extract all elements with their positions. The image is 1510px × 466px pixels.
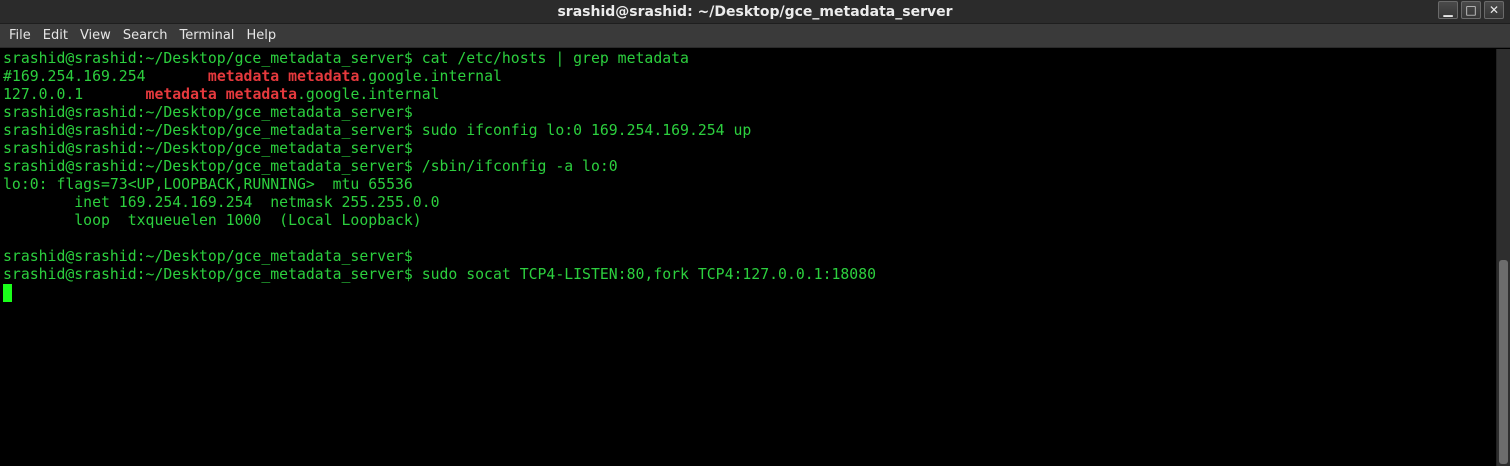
terminal-line: srashid@srashid:~/Desktop/gce_metadata_s…: [3, 122, 876, 140]
vertical-scrollbar[interactable]: [1496, 49, 1510, 466]
terminal-line: #169.254.169.254 metadata metadata.googl…: [3, 68, 876, 86]
terminal-text: srashid@srashid:~/Desktop/gce_metadata_s…: [3, 122, 752, 139]
terminal-text: lo:0: flags=73<UP,LOOPBACK,RUNNING> mtu …: [3, 176, 413, 193]
terminal-text: srashid@srashid:~/Desktop/gce_metadata_s…: [3, 248, 413, 265]
scrollbar-thumb[interactable]: [1499, 260, 1508, 464]
terminal-line: loop txqueuelen 1000 (Local Loopback): [3, 212, 876, 230]
menu-search[interactable]: Search: [117, 24, 174, 48]
terminal-line: srashid@srashid:~/Desktop/gce_metadata_s…: [3, 158, 876, 176]
maximize-button[interactable]: □: [1461, 1, 1481, 19]
terminal-line: srashid@srashid:~/Desktop/gce_metadata_s…: [3, 248, 876, 266]
terminal-text: srashid@srashid:~/Desktop/gce_metadata_s…: [3, 158, 618, 175]
terminal-line: lo:0: flags=73<UP,LOOPBACK,RUNNING> mtu …: [3, 176, 876, 194]
terminal-text: srashid@srashid:~/Desktop/gce_metadata_s…: [3, 104, 413, 121]
terminal-line: [3, 284, 876, 302]
terminal-line: srashid@srashid:~/Desktop/gce_metadata_s…: [3, 266, 876, 284]
terminal-line: inet 169.254.169.254 netmask 255.255.0.0: [3, 194, 876, 212]
terminal-line: srashid@srashid:~/Desktop/gce_metadata_s…: [3, 140, 876, 158]
terminal-line: 127.0.0.1 metadata metadata.google.inter…: [3, 86, 876, 104]
terminal-lines: srashid@srashid:~/Desktop/gce_metadata_s…: [3, 50, 876, 302]
terminal-text: srashid@srashid:~/Desktop/gce_metadata_s…: [3, 266, 877, 283]
menu-file[interactable]: File: [3, 24, 37, 48]
terminal-text: #169.254.169.254: [3, 68, 208, 85]
terminal-text: .google.internal: [359, 68, 502, 85]
terminal-text: .google.internal: [297, 86, 440, 103]
menu-bar: File Edit View Search Terminal Help: [0, 24, 1510, 48]
terminal-line: srashid@srashid:~/Desktop/gce_metadata_s…: [3, 104, 876, 122]
terminal-text: srashid@srashid:~/Desktop/gce_metadata_s…: [3, 50, 689, 67]
menu-view[interactable]: View: [74, 24, 117, 48]
terminal-text: srashid@srashid:~/Desktop/gce_metadata_s…: [3, 140, 413, 157]
menu-help[interactable]: Help: [240, 24, 282, 48]
terminal-output[interactable]: srashid@srashid:~/Desktop/gce_metadata_s…: [0, 49, 1496, 466]
terminal-text: loop txqueuelen 1000 (Local Loopback): [3, 212, 422, 229]
terminal-cursor: [3, 284, 12, 302]
grep-match-highlight: metadata metadata: [145, 86, 297, 103]
menu-edit[interactable]: Edit: [37, 24, 74, 48]
window-controls: ▁ □ ✕: [1438, 1, 1504, 19]
grep-match-highlight: metadata metadata: [207, 68, 360, 85]
terminal-line: srashid@srashid:~/Desktop/gce_metadata_s…: [3, 50, 876, 68]
minimize-button[interactable]: ▁: [1438, 1, 1458, 19]
close-button[interactable]: ✕: [1484, 1, 1504, 19]
title-bar: srashid@srashid: ~/Desktop/gce_metadata_…: [0, 0, 1510, 24]
window-title: srashid@srashid: ~/Desktop/gce_metadata_…: [557, 4, 953, 20]
terminal-text: 127.0.0.1: [3, 86, 146, 103]
terminal-text: inet 169.254.169.254 netmask 255.255.0.0: [3, 194, 440, 211]
menu-terminal[interactable]: Terminal: [173, 24, 240, 48]
